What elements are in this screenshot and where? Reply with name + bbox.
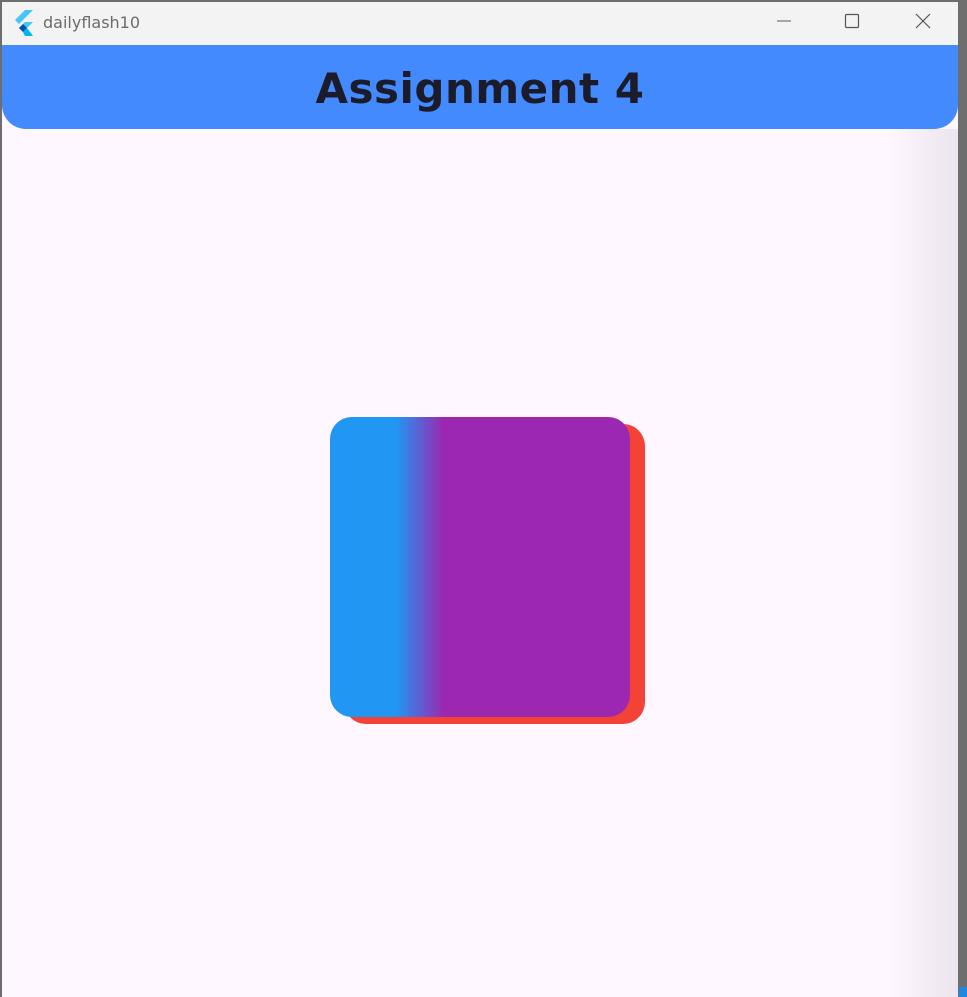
maximize-button[interactable]: [817, 2, 887, 45]
maximize-icon: [844, 13, 860, 34]
window-edge-shadow: [888, 129, 958, 997]
flutter-logo-icon: [13, 10, 35, 36]
gradient-card: [330, 417, 630, 717]
minimize-button[interactable]: [749, 2, 819, 45]
close-icon: [915, 13, 931, 34]
app-bar: Assignment 4: [2, 45, 958, 129]
app-window: dailyflash10 Assignment 4: [2, 2, 958, 997]
page-title: Assignment 4: [315, 64, 645, 113]
window-title: dailyflash10: [43, 13, 141, 32]
minimize-icon: [776, 13, 792, 34]
taskbar-edge: [959, 987, 967, 997]
close-button[interactable]: [888, 2, 958, 45]
window-titlebar[interactable]: dailyflash10: [2, 2, 958, 45]
